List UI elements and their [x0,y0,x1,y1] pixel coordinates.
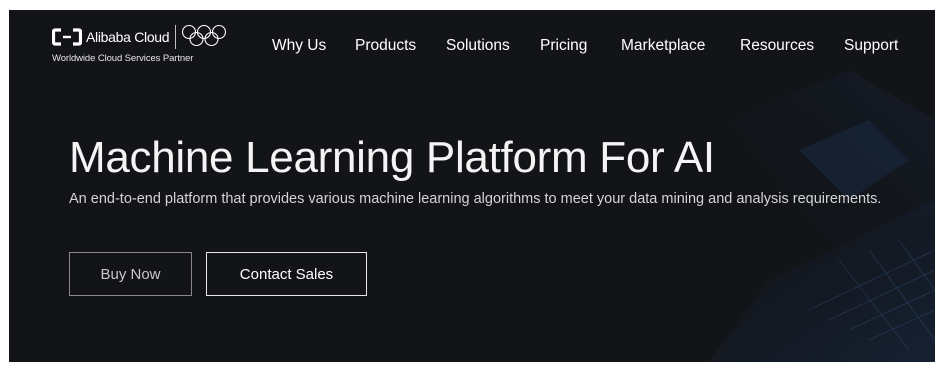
contact-sales-button[interactable]: Contact Sales [206,252,367,296]
nav-item-solutions[interactable]: Solutions [446,34,510,58]
hero-title: Machine Learning Platform For AI [69,133,715,182]
nav-item-pricing[interactable]: Pricing [540,34,587,58]
main-nav: Why Us Products Solutions Pricing Market… [9,34,935,58]
top-navigation-bar: Alibaba Cloud Worldwide Cloud Services P… [9,10,935,82]
nav-item-marketplace[interactable]: Marketplace [621,34,705,58]
nav-item-resources[interactable]: Resources [740,34,814,58]
nav-item-why-us[interactable]: Why Us [272,34,326,58]
nav-item-support[interactable]: Support [844,34,898,58]
nav-item-products[interactable]: Products [355,34,416,58]
hero-description: An end-to-end platform that provides var… [69,191,882,207]
buy-now-button[interactable]: Buy Now [69,252,192,296]
page: Alibaba Cloud Worldwide Cloud Services P… [9,10,935,362]
